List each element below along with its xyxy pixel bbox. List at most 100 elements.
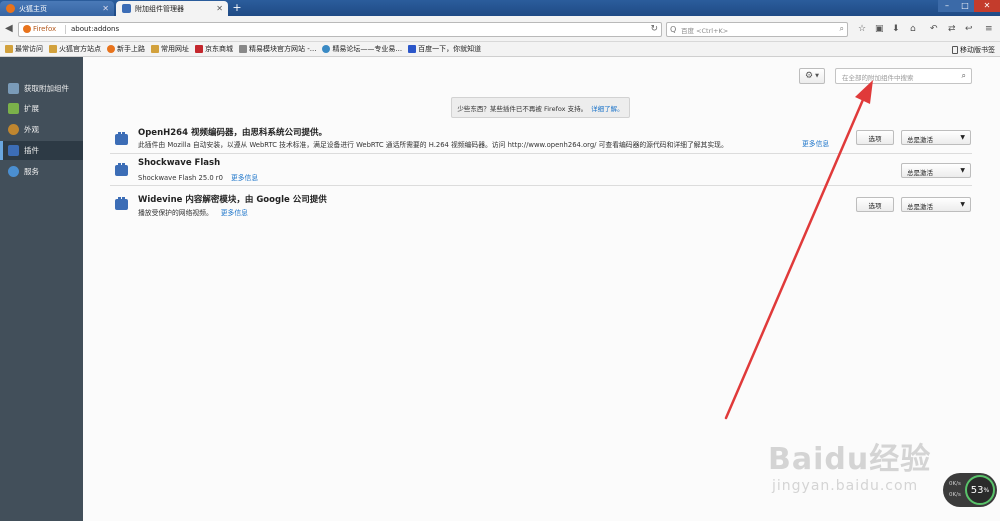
- plugin-icon: [8, 145, 19, 156]
- bookmark-label: 精易论坛——专业易...: [332, 45, 403, 53]
- tab-firefox-home[interactable]: 火狐主页 ✕: [0, 1, 114, 16]
- search-engine-icon[interactable]: Q: [670, 25, 676, 34]
- category-appearance[interactable]: 外观: [0, 120, 83, 139]
- home-icon[interactable]: ⌂: [910, 24, 916, 34]
- reload-icon[interactable]: ↻: [650, 24, 658, 34]
- minimize-icon[interactable]: –: [938, 0, 956, 12]
- sync-icon[interactable]: ↩: [965, 24, 973, 34]
- activation-select[interactable]: 总是激活 ▼: [901, 130, 971, 145]
- tab-label: 火狐主页: [19, 4, 47, 13]
- learn-more-link[interactable]: 详细了解。: [591, 103, 624, 113]
- category-get-addons[interactable]: 获取附加组件: [0, 79, 83, 98]
- bookmark-item[interactable]: 最常访问: [5, 44, 43, 54]
- url-separator: [65, 25, 66, 34]
- activation-value: 总是激活: [907, 136, 933, 144]
- activation-select[interactable]: 总是激活 ▼: [901, 163, 971, 178]
- folder-icon: [5, 45, 13, 53]
- firefox-icon: [6, 4, 15, 13]
- bookmark-item[interactable]: 百度一下，你就知道: [408, 44, 481, 54]
- bookmark-label: 最常访问: [15, 45, 43, 53]
- share-icon[interactable]: ⇄: [948, 24, 956, 34]
- maximize-icon[interactable]: □: [956, 0, 974, 12]
- bookmark-item[interactable]: 新手上路: [107, 44, 145, 54]
- bookmarks-toolbar: 最常访问 火狐官方站点 新手上路 常用网址 京东商城 精易模块官方网站 -...…: [0, 42, 1000, 57]
- plugin-description-line: Shockwave Flash 25.0 r0 更多信息: [138, 172, 258, 182]
- plugin-icon: [115, 163, 128, 176]
- plugin-name: Widevine 内容解密模块，由 Google 公司提供: [138, 195, 327, 205]
- bookmark-item[interactable]: 精易模块官方网站 -...: [239, 44, 316, 54]
- more-info-link[interactable]: 更多信息: [231, 174, 258, 182]
- category-extensions[interactable]: 扩展: [0, 99, 83, 118]
- activation-value: 总是激活: [907, 203, 933, 211]
- search-icon[interactable]: ⌕: [840, 24, 844, 34]
- puzzle-icon: [8, 103, 19, 114]
- plugin-name: OpenH264 视频编码器，由思科系统公司提供。: [138, 128, 327, 138]
- new-tab-button[interactable]: +: [231, 1, 243, 15]
- category-label: 外观: [24, 125, 39, 134]
- mobile-bookmarks[interactable]: 移动版书签: [952, 45, 995, 55]
- plugin-item-shockwave-flash[interactable]: Shockwave Flash Shockwave Flash 25.0 r0 更…: [110, 155, 972, 186]
- firefox-icon: [23, 25, 31, 33]
- bookmark-star-icon[interactable]: ☆: [858, 24, 866, 34]
- library-icon[interactable]: ▣: [875, 24, 884, 34]
- category-label: 获取附加组件: [24, 84, 69, 93]
- plugin-item-widevine[interactable]: Widevine 内容解密模块，由 Google 公司提供 播放受保护的网络视频…: [110, 187, 972, 221]
- plugin-icon: [115, 132, 128, 145]
- back-arrow-icon[interactable]: ◀: [5, 23, 13, 34]
- bookmark-item[interactable]: 火狐官方站点: [49, 44, 101, 54]
- network-speed-widget[interactable]: 0K/s 0K/s 53%: [943, 473, 997, 507]
- plugin-description: 此插件由 Mozilla 自动安装，以遵从 WebRTC 技术标准，满足设备进行…: [138, 141, 728, 149]
- addon-search-placeholder: 在全部的附加组件中搜索: [842, 74, 914, 82]
- search-icon[interactable]: ⌕: [962, 71, 966, 81]
- close-tab-icon[interactable]: ✕: [102, 4, 109, 13]
- search-placeholder: 百度 <Ctrl+K>: [681, 27, 729, 35]
- category-plugins[interactable]: 插件: [0, 141, 83, 160]
- options-button[interactable]: 选项: [856, 197, 894, 212]
- plugin-description-line: 播放受保护的网络视频。 更多信息: [138, 207, 248, 217]
- site-identity[interactable]: Firefox: [23, 25, 56, 33]
- plugin-item-openh264[interactable]: OpenH264 视频编码器，由思科系统公司提供。 此插件由 Mozilla 自…: [110, 125, 972, 154]
- addon-search-input[interactable]: 在全部的附加组件中搜索 ⌕: [835, 68, 972, 84]
- bookmark-item[interactable]: 京东商城: [195, 44, 233, 54]
- options-button[interactable]: 选项: [856, 130, 894, 145]
- tools-gear-button[interactable]: ⚙ ▼: [799, 68, 825, 84]
- folder-icon: [49, 45, 57, 53]
- url-text[interactable]: about:addons: [71, 25, 119, 33]
- bookmark-item[interactable]: 精易论坛——专业易...: [322, 44, 402, 54]
- more-info-link[interactable]: 更多信息: [802, 138, 829, 148]
- bookmark-label: 精易模块官方网站 -...: [249, 45, 317, 53]
- upload-speed: 0K/s: [949, 481, 961, 487]
- category-label: 服务: [24, 167, 39, 176]
- bookmark-label: 新手上路: [117, 45, 145, 53]
- category-sidebar: 获取附加组件 扩展 外观 插件 服务: [0, 57, 83, 521]
- dropdown-arrow-icon: ▼: [960, 134, 965, 141]
- menu-icon[interactable]: ≡: [985, 24, 993, 34]
- speed-readouts: 0K/s 0K/s: [949, 479, 961, 501]
- puzzle-icon: [122, 4, 131, 13]
- gear-icon: ⚙: [805, 71, 814, 81]
- bookmark-label: 百度一下，你就知道: [418, 45, 482, 53]
- notice-text: 少些东西？某些插件已不再被 Firefox 支持。: [457, 104, 588, 113]
- more-info-link[interactable]: 更多信息: [221, 209, 248, 217]
- search-bar[interactable]: Q 百度 <Ctrl+K> ⌕: [666, 22, 848, 37]
- category-label: 扩展: [24, 104, 39, 113]
- close-window-icon[interactable]: ✕: [974, 0, 1000, 12]
- url-bar[interactable]: Firefox about:addons ↻: [18, 22, 662, 37]
- category-services[interactable]: 服务: [0, 162, 83, 181]
- downloads-icon[interactable]: ⬇: [892, 24, 900, 34]
- activation-value: 总是激活: [907, 169, 933, 177]
- activation-select[interactable]: 总是激活 ▼: [901, 197, 971, 212]
- tab-addons-manager[interactable]: 附加组件管理器 ✕: [116, 1, 228, 16]
- bookmark-item[interactable]: 常用网址: [151, 44, 189, 54]
- mobile-bookmarks-label: 移动版书签: [960, 46, 995, 54]
- close-tab-icon[interactable]: ✕: [216, 4, 223, 13]
- bookmark-label: 常用网址: [161, 45, 189, 53]
- jd-icon: [195, 45, 203, 53]
- identity-label: Firefox: [33, 25, 57, 33]
- cloud-icon: [8, 166, 19, 177]
- undo-icon[interactable]: ↶: [930, 24, 938, 34]
- plugin-icon: [115, 197, 128, 210]
- window-controls: – □ ✕: [938, 0, 1000, 12]
- baidu-icon: [408, 45, 417, 53]
- baidu-watermark-logo: Baidu经验: [768, 442, 932, 477]
